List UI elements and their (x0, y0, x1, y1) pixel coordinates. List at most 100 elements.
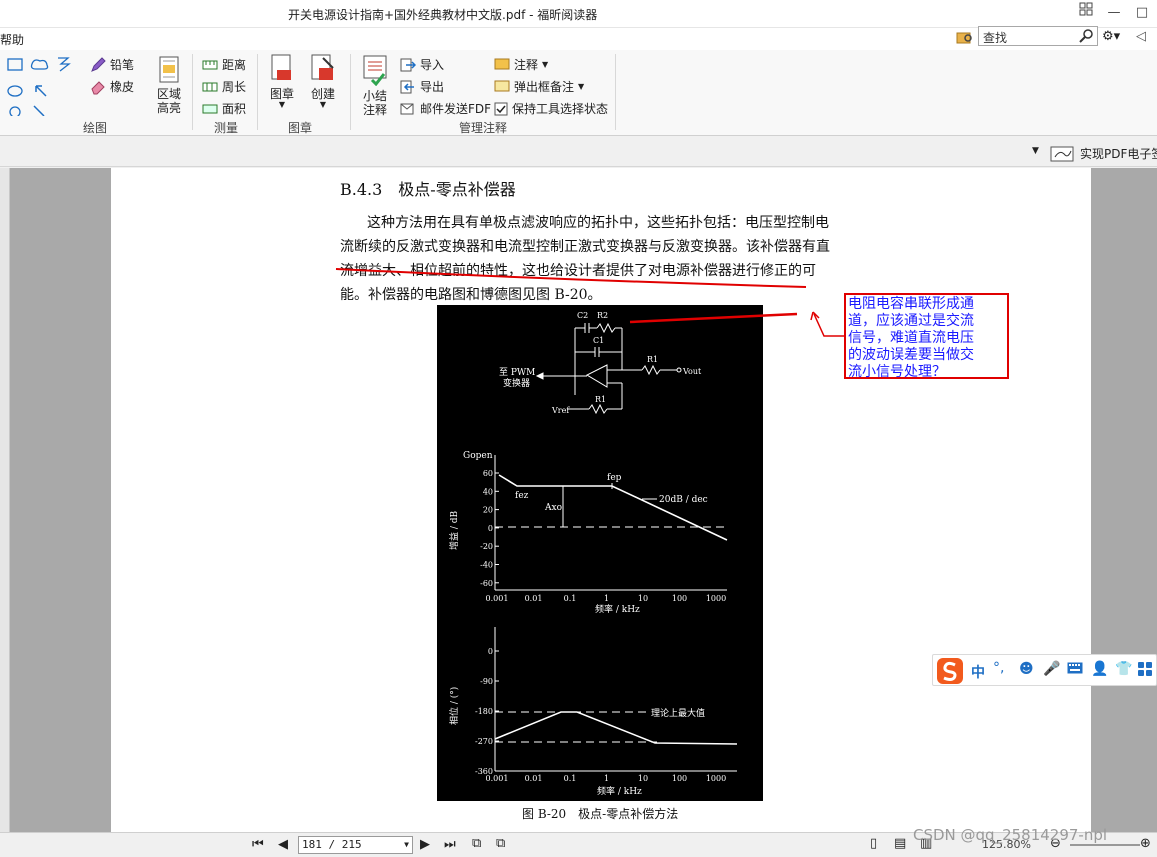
menu-help[interactable]: 帮助 (0, 31, 24, 48)
sogou-logo-icon (937, 658, 963, 684)
stamp-dropdown-icon[interactable]: ▼ (264, 101, 300, 109)
stamp-group-label: 图章 (287, 121, 312, 135)
layout-icon[interactable] (1073, 2, 1099, 24)
note-line-2: 道，应该通过是交流 (848, 313, 974, 329)
next-view-icon[interactable]: ⧉ (496, 836, 505, 851)
maximize-button[interactable]: □ (1129, 2, 1155, 24)
gain-curve (498, 474, 728, 541)
gain-y-tick-1: 40 (483, 487, 493, 496)
zoom-slider[interactable] (1070, 844, 1140, 846)
area-button[interactable]: 面积 (202, 100, 246, 117)
secondary-toolbar: ▼ 实现PDF电子签 (0, 137, 1157, 167)
pencil-button[interactable]: 铅笔 (90, 56, 134, 73)
search-text: 查找 (983, 31, 1008, 45)
comment-dropdown[interactable]: 注释 ▼ (494, 56, 548, 73)
ime-microphone-icon[interactable]: 🎤 (1043, 661, 1060, 677)
prev-page-icon[interactable]: ◀ (278, 837, 288, 852)
search-input[interactable]: 查找 (978, 26, 1098, 46)
ribbon-divider (192, 54, 193, 130)
ime-grid-icon[interactable] (1138, 662, 1152, 679)
create-stamp-button[interactable]: 创建 ▼ (304, 54, 342, 109)
polygon-icon (9, 106, 21, 116)
area-highlight-button[interactable]: 区域 高亮 (152, 56, 186, 115)
keep-tool-label: 保持工具选择状态 (512, 102, 609, 116)
gain-x-tick-1: 0.01 (525, 594, 543, 603)
minimize-button[interactable]: — (1101, 2, 1127, 24)
gain-y-tick-5: -40 (480, 561, 493, 570)
pencil-icon (91, 56, 106, 72)
ime-keyboard-icon[interactable] (1067, 662, 1083, 677)
last-page-icon[interactable]: ⏭ (444, 837, 456, 852)
to-pwm-label: 至 PWM (499, 367, 535, 378)
phase-x-tick-4: 10 (638, 774, 648, 783)
section-heading: B.4.3 极点-零点补偿器 (340, 180, 516, 199)
pencil-label: 铅笔 (110, 58, 135, 72)
first-page-icon[interactable]: ⏮ (252, 837, 264, 852)
c1-label: C1 (593, 336, 604, 345)
checkbox-checked-icon[interactable] (494, 102, 508, 116)
sign-button[interactable]: 实现PDF电子签 (1050, 143, 1157, 163)
summarize-comments-button[interactable]: 小结 注释 (356, 54, 394, 117)
page-number-input[interactable]: 181 / 215 ▼ (298, 836, 413, 854)
keep-tool-checkbox[interactable]: 保持工具选择状态 (494, 100, 608, 117)
gain-y-tick-0: 60 (483, 469, 493, 478)
import-icon (400, 58, 416, 71)
create-dropdown-icon[interactable]: ▼ (304, 101, 342, 109)
prev-view-icon[interactable]: ⧉ (472, 836, 481, 851)
manage-group-label: 管理注释 (458, 121, 507, 135)
shape-tools[interactable] (6, 56, 78, 116)
ime-user-icon[interactable]: 👤 (1091, 661, 1108, 677)
area-label: 面积 (222, 102, 247, 116)
phase-x-ticks: 0.001 0.01 0.1 1 10 100 1000 (486, 774, 727, 783)
eraser-icon (91, 80, 105, 94)
single-page-icon[interactable]: ▯ (870, 836, 877, 851)
gain-xlabel: 频率 / kHz (595, 603, 640, 615)
export-button[interactable]: 导出 (400, 78, 444, 95)
gopen-label: Gopen (463, 451, 493, 461)
send-fdf-button[interactable]: 邮件发送FDF (400, 100, 491, 117)
settings-icon[interactable]: ⚙▾ (1102, 29, 1120, 44)
export-label: 导出 (420, 80, 445, 94)
phase-x-tick-3: 1 (604, 774, 609, 783)
distance-button[interactable]: 距离 (202, 56, 246, 73)
paragraph-line-1: 这种方法用在具有单极点滤波响应的拓扑中，这些拓扑包括：电压型控制电 (367, 215, 829, 231)
ime-punctuation-icon[interactable]: °, (993, 660, 1004, 676)
dropdown-arrow-icon[interactable]: ▼ (1032, 146, 1039, 156)
continuous-page-icon[interactable]: ▤ (894, 836, 906, 851)
vref-label: Vref (551, 406, 570, 415)
comment-icon (494, 58, 510, 69)
stamp-icon (271, 54, 291, 80)
stamp-button[interactable]: 图章 ▼ (264, 54, 300, 109)
perimeter-button[interactable]: 周长 (202, 78, 246, 95)
ime-chinese-mode[interactable]: 中 (971, 662, 985, 682)
note-line-4: 的波动误差要当做交 (848, 347, 974, 363)
slope-label: 20dB / dec (659, 495, 708, 505)
arrow-icon (35, 85, 47, 97)
collapse-arrow-icon[interactable]: ◁ (1136, 29, 1146, 44)
resistor-r1 (641, 364, 661, 376)
op-amp (585, 364, 608, 388)
ime-toolbar[interactable]: 中 °, ☻ 🎤 👤 👕 (932, 654, 1157, 686)
folder-search-icon[interactable] (956, 29, 974, 48)
paragraph-line-4: 能。补偿器的电路图和博德图见图 B-20。 (340, 287, 602, 303)
callout-note[interactable]: 电阻电容串联形成通 道，应该通过是交流 信号，难道直流电压 的波动误差要当做交 … (844, 293, 1009, 380)
phase-x-tick-1: 0.01 (525, 774, 543, 783)
phase-y-tick-0: 0 (488, 647, 493, 656)
note-line-3: 信号，难道直流电压 (848, 330, 974, 346)
ime-emoji-icon[interactable]: ☻ (1019, 661, 1034, 677)
page-dropdown-icon[interactable]: ▼ (404, 837, 409, 853)
import-button[interactable]: 导入 (400, 56, 444, 73)
zoom-in-icon[interactable]: ⊕ (1140, 836, 1151, 851)
ime-skin-icon[interactable]: 👕 (1115, 661, 1132, 677)
title-bar: 开关电源设计指南+国外经典教材中文版.pdf - 福昕阅读器 — □ (0, 0, 1157, 28)
popup-note-dropdown[interactable]: 弹出框备注 ▼ (494, 78, 584, 95)
ribbon-divider (615, 54, 616, 130)
comment-label: 注释 (514, 58, 539, 72)
search-icon[interactable] (1079, 29, 1095, 43)
draw-group-label: 绘图 (82, 121, 107, 135)
phase-y-tick-1: -90 (480, 677, 493, 686)
eraser-button[interactable]: 橡皮 (90, 78, 134, 95)
next-page-icon[interactable]: ▶ (420, 837, 430, 852)
left-panel-strip[interactable] (0, 168, 10, 832)
phase-x-tick-2: 0.1 (564, 774, 577, 783)
